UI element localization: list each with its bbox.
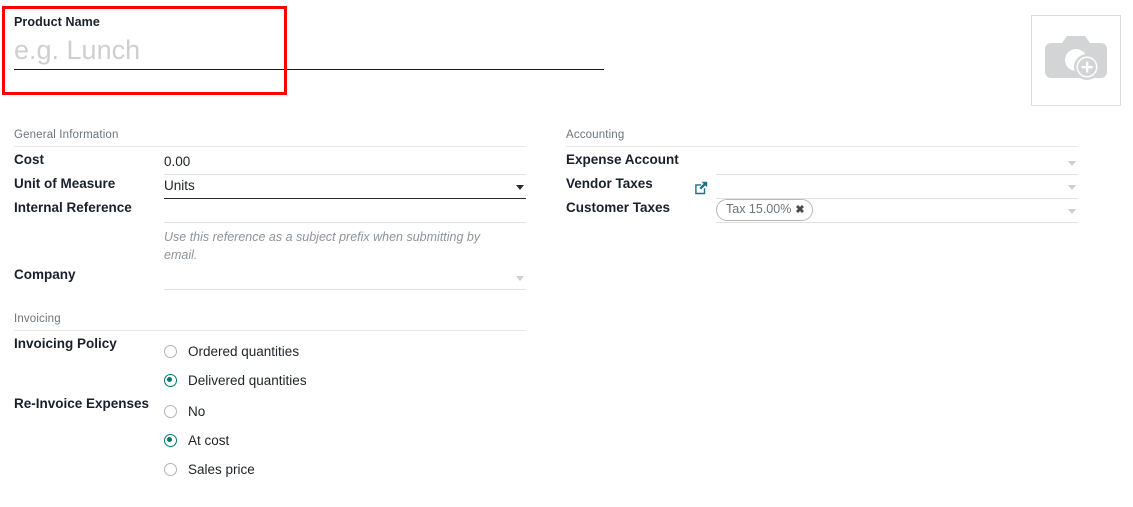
field-row-internal-reference: Internal Reference Use this reference as… — [14, 199, 526, 266]
radio-option-label: Delivered quantities — [188, 373, 307, 388]
invoicing-fields: Invoicing Policy Ordered quantities Deli… — [14, 335, 526, 484]
product-name-field: Product Name — [14, 14, 606, 70]
unit-of-measure-value: Units — [164, 178, 195, 193]
chevron-down-icon[interactable] — [516, 276, 524, 281]
chevron-down-icon[interactable] — [516, 185, 524, 190]
product-image-upload[interactable] — [1031, 15, 1121, 106]
invoicing-policy-radio-group: Ordered quantities Delivered quantities — [164, 335, 526, 395]
chevron-down-icon[interactable] — [1068, 161, 1076, 166]
field-row-reinvoice-expenses: Re-Invoice Expenses No At cost Sales pri… — [14, 395, 526, 484]
accounting-fields: Expense Account Vendor Taxes Customer Ta… — [566, 151, 1078, 223]
reinvoice-expenses-label: Re-Invoice Expenses — [14, 396, 150, 411]
unit-of-measure-select[interactable]: Units — [164, 175, 708, 199]
tag-remove-icon[interactable]: ✖ — [795, 202, 804, 218]
vendor-taxes-label: Vendor Taxes — [566, 176, 653, 191]
vendor-taxes-select[interactable] — [716, 175, 1078, 199]
internal-reference-label: Internal Reference — [14, 200, 132, 215]
field-row-invoicing-policy: Invoicing Policy Ordered quantities Deli… — [14, 335, 526, 395]
invoicing-section: Invoicing Invoicing Policy Ordered quant… — [14, 312, 526, 484]
title-area: Product Name — [0, 0, 1133, 120]
radio-icon[interactable] — [164, 345, 177, 358]
reinvoice-expenses-radio-group: No At cost Sales price — [164, 395, 526, 484]
company-select[interactable] — [164, 266, 526, 290]
expense-account-label: Expense Account — [566, 152, 679, 167]
radio-icon-selected[interactable] — [164, 374, 177, 387]
field-row-cost: Cost 0.00 — [14, 151, 526, 175]
customer-taxes-label: Customer Taxes — [566, 200, 671, 215]
field-row-company: Company — [14, 266, 526, 290]
product-name-label: Product Name — [14, 15, 100, 29]
expense-account-select[interactable] — [716, 151, 1078, 175]
cost-label: Cost — [14, 152, 44, 167]
radio-option-ordered-quantities[interactable]: Ordered quantities — [164, 337, 526, 366]
chevron-down-icon[interactable] — [1068, 209, 1076, 214]
internal-reference-input[interactable] — [164, 199, 526, 223]
unit-of-measure-label: Unit of Measure — [14, 176, 116, 191]
radio-option-no[interactable]: No — [164, 397, 526, 426]
tag-label: Tax 15.00% — [726, 202, 792, 216]
radio-icon[interactable] — [164, 463, 177, 476]
customer-taxes-select[interactable]: Tax 15.00% ✖ — [716, 199, 1078, 223]
right-column: Accounting Expense Account Vendor Taxes — [566, 128, 1078, 223]
company-label: Company — [14, 267, 76, 282]
camera-add-icon — [1045, 31, 1107, 90]
section-title-invoicing: Invoicing — [14, 312, 526, 331]
invoicing-policy-label: Invoicing Policy — [14, 336, 117, 351]
field-row-unit-of-measure: Unit of Measure Units — [14, 175, 708, 199]
cost-value: 0.00 — [164, 154, 191, 169]
radio-icon-selected[interactable] — [164, 434, 177, 447]
radio-option-delivered-quantities[interactable]: Delivered quantities — [164, 366, 526, 395]
internal-reference-help-text: Use this reference as a subject prefix w… — [164, 230, 481, 262]
general-information-fields: Cost 0.00 Unit of Measure Units Internal… — [14, 151, 708, 290]
field-row-expense-account: Expense Account — [566, 151, 1078, 175]
cost-input[interactable]: 0.00 — [164, 151, 526, 175]
product-name-input[interactable] — [14, 33, 604, 70]
chevron-down-icon[interactable] — [1068, 185, 1076, 190]
tag-customer-tax[interactable]: Tax 15.00% ✖ — [716, 199, 813, 221]
radio-option-sales-price[interactable]: Sales price — [164, 455, 526, 484]
radio-option-label: No — [188, 404, 206, 419]
radio-option-label: Ordered quantities — [188, 344, 300, 359]
radio-option-at-cost[interactable]: At cost — [164, 426, 526, 455]
section-title-general-information: General Information — [14, 128, 526, 147]
radio-icon[interactable] — [164, 405, 177, 418]
field-row-vendor-taxes: Vendor Taxes — [566, 175, 1078, 199]
left-column: General Information Cost 0.00 Unit of Me… — [14, 128, 708, 484]
radio-option-label: Sales price — [188, 462, 255, 477]
section-title-accounting: Accounting — [566, 128, 1078, 147]
radio-option-label: At cost — [188, 433, 230, 448]
field-row-customer-taxes: Customer Taxes Tax 15.00% ✖ — [566, 199, 1078, 223]
